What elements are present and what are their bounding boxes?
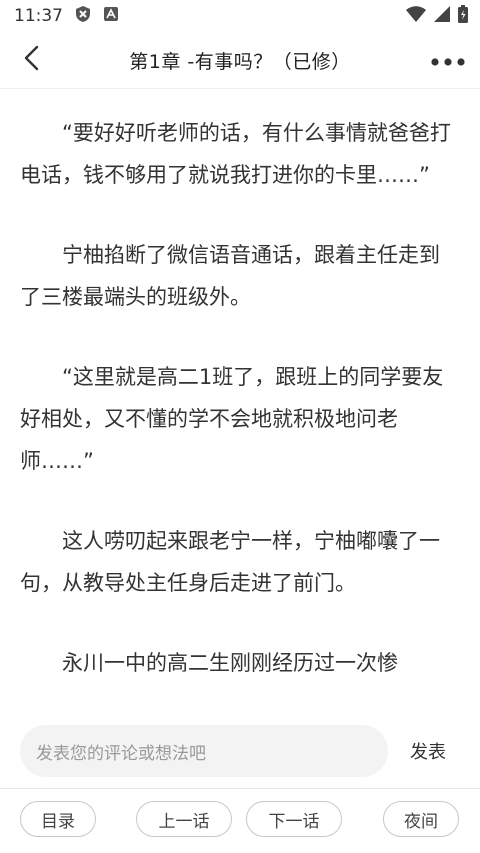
comment-input[interactable]: 发表您的评论或想法吧	[20, 725, 388, 777]
shield-icon	[75, 5, 91, 27]
more-options-button[interactable]	[426, 42, 470, 78]
send-comment-button[interactable]: 发表	[410, 738, 446, 764]
chapter-title: 第1章 -有事吗？（已修）	[129, 50, 351, 73]
more-dots-icon	[431, 51, 465, 70]
status-right	[406, 5, 468, 27]
battery-icon	[458, 5, 468, 27]
bottom-navigation: 目录 上一话 下一话 夜间	[0, 788, 480, 853]
app-notification-icon	[103, 6, 119, 26]
status-time: 11:37	[14, 6, 63, 26]
wifi-icon	[406, 6, 426, 26]
paragraph: 这人唠叨起来跟老宁一样，宁柚嘟囔了一句，从教导处主任身后走进了前门。	[20, 529, 440, 595]
comment-bar: 发表您的评论或想法吧 发表	[0, 724, 480, 780]
paragraph: “要好好听老师的话，有什么事情就爸爸打电话，钱不够用了就说我打进你的卡里……”	[20, 121, 451, 187]
chapter-content: “要好好听老师的话，有什么事情就爸爸打电话，钱不够用了就说我打进你的卡里……” …	[20, 112, 460, 722]
chapter-header: 第1章 -有事吗？（已修）	[0, 32, 480, 89]
catalog-button[interactable]: 目录	[20, 801, 96, 837]
status-left: 11:37	[14, 5, 119, 27]
paragraph: “这里就是高二1班了，跟班上的同学要友好相处，又不懂的学不会地就积极地问老师………	[20, 365, 444, 473]
paragraph: 宁柚掐断了微信语音通话，跟着主任走到了三楼最端头的班级外。	[20, 243, 440, 309]
signal-icon	[434, 6, 450, 26]
comment-placeholder: 发表您的评论或想法吧	[36, 743, 206, 764]
night-mode-button[interactable]: 夜间	[383, 801, 459, 837]
next-chapter-button[interactable]: 下一话	[246, 801, 342, 837]
status-bar: 11:37	[0, 0, 480, 32]
paragraph: 永川一中的高二生刚刚经历过一次惨	[62, 651, 398, 675]
previous-chapter-button[interactable]: 上一话	[136, 801, 232, 837]
chevron-left-icon	[23, 45, 41, 75]
back-button[interactable]	[14, 42, 50, 78]
